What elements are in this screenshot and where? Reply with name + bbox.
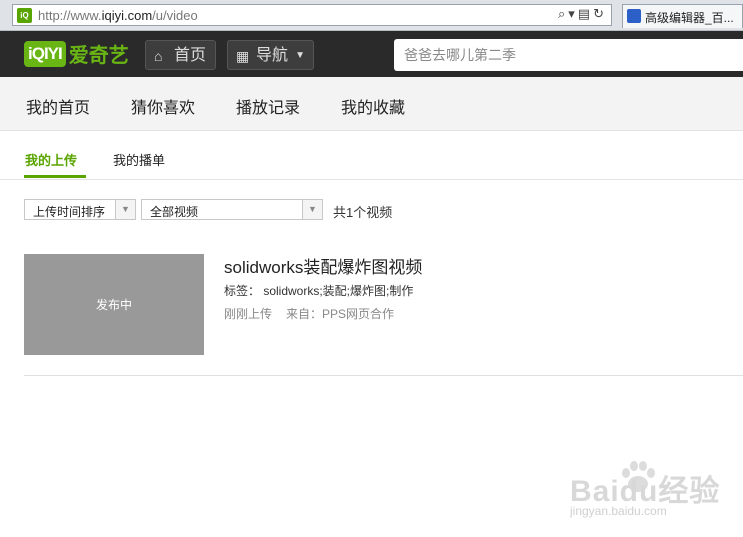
upload-time: 刚刚上传 (224, 307, 273, 321)
category-select[interactable]: 全部视频 ▼ (141, 199, 323, 220)
site-header: iQIYI 爱奇艺 ⌂ 首页 ▦ 导航 ▼ (0, 31, 743, 77)
subnav-item-favorites[interactable]: 我的收藏 (341, 94, 405, 118)
browser-toolbar: iQ http://www.iqiyi.com/u/video ⌕▾▤↻ 高级编… (0, 0, 743, 31)
search-input[interactable] (394, 39, 743, 71)
video-title[interactable]: solidworks装配爆炸图视频 (224, 253, 422, 278)
grid-icon: ▦ (236, 48, 250, 64)
home-label: 首页 (174, 47, 207, 64)
address-bar[interactable]: iQ http://www.iqiyi.com/u/video ⌕▾▤↻ (12, 4, 612, 26)
sort-select-value: 上传时间排序 (33, 205, 106, 219)
dropdown-icon[interactable]: ▾ (568, 6, 578, 21)
tab-title: 高级编辑器_百... (645, 11, 734, 25)
guide-label: 导航 (256, 47, 289, 64)
active-tab-indicator (24, 175, 86, 178)
home-icon: ⌂ (154, 48, 163, 64)
subnav-item-recommend[interactable]: 猜你喜欢 (131, 94, 195, 118)
site-favicon-icon: iQ (17, 8, 32, 23)
video-status: 发布中 (95, 298, 132, 312)
user-subnav: 我的首页 猜你喜欢 播放记录 我的收藏 (0, 77, 743, 131)
logo-mark: iQIYI (24, 40, 66, 67)
home-button[interactable]: ⌂ 首页 (145, 40, 216, 70)
baidu-paw-icon (627, 9, 641, 23)
search-icon[interactable]: ⌕ (558, 6, 568, 21)
category-select-value: 全部视频 (150, 205, 199, 219)
caret-down-icon: ▼ (295, 50, 305, 61)
video-meta: 刚刚上传 来自：PPS网页合作 (224, 305, 394, 322)
list-divider (24, 375, 743, 376)
refresh-icon[interactable]: ↻ (593, 6, 607, 21)
video-thumbnail[interactable]: 发布中 (24, 254, 204, 355)
tab-my-playlists[interactable]: 我的播单 (113, 150, 165, 169)
subnav-item-my-home[interactable]: 我的首页 (26, 94, 90, 118)
address-controls: ⌕▾▤↻ (558, 6, 607, 22)
video-count: 共1个视频 (333, 205, 393, 220)
content-tabs: 我的上传 我的播单 (0, 131, 743, 180)
guide-button[interactable]: ▦ 导航 ▼ (227, 40, 314, 70)
video-source: 来自：PPS网页合作 (286, 307, 395, 321)
logo-text: 爱奇艺 (68, 45, 129, 67)
iqiyi-logo[interactable]: iQIYI 爱奇艺 (24, 39, 129, 69)
subnav-item-history[interactable]: 播放记录 (236, 94, 300, 118)
baidu-jingyan-watermark: Baidu经验 jingyan.baidu.com (570, 460, 735, 524)
watermark-site: jingyan.baidu.com (570, 504, 667, 518)
tab-my-uploads[interactable]: 我的上传 (25, 150, 77, 169)
chevron-down-icon: ▼ (115, 200, 135, 219)
video-tags: 标签： solidworks;装配;爆炸图;制作 (224, 284, 414, 298)
address-url[interactable]: http://www.iqiyi.com/u/video (38, 8, 198, 23)
compat-icon[interactable]: ▤ (578, 6, 593, 21)
chevron-down-icon: ▼ (302, 200, 322, 219)
browser-tab[interactable]: 高级编辑器_百... (622, 4, 743, 28)
sort-select[interactable]: 上传时间排序 ▼ (24, 199, 136, 220)
